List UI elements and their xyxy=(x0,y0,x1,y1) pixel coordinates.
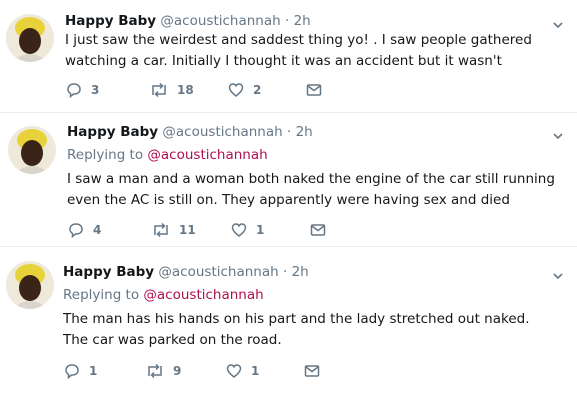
avatar[interactable] xyxy=(6,14,54,62)
direct-message-button[interactable] xyxy=(305,80,323,100)
reply-button[interactable]: 4 xyxy=(67,220,101,240)
reply-icon xyxy=(65,81,83,99)
like-count: 1 xyxy=(251,364,260,378)
avatar[interactable] xyxy=(6,261,54,309)
replying-to-mention[interactable]: @acoustichannah xyxy=(143,287,263,303)
chevron-down-icon[interactable] xyxy=(552,127,564,140)
replying-to-mention[interactable]: @acoustichannah xyxy=(147,147,267,163)
author-handle[interactable]: @acoustichannah xyxy=(160,13,280,29)
direct-message-icon xyxy=(303,362,321,380)
retweet-button[interactable]: 9 xyxy=(145,361,181,381)
reply-icon xyxy=(67,221,85,239)
tweet-3[interactable]: Happy Baby @acoustichannah · 2h Replying… xyxy=(0,247,577,405)
reply-count: 1 xyxy=(89,364,98,378)
timestamp[interactable]: 2h xyxy=(294,13,311,29)
retweet-count: 11 xyxy=(179,223,196,237)
timestamp[interactable]: 2h xyxy=(292,264,309,280)
retweet-count: 9 xyxy=(173,364,182,378)
timestamp[interactable]: 2h xyxy=(296,124,313,140)
tweet-2[interactable]: Happy Baby @acoustichannah · 2h Replying… xyxy=(0,113,577,245)
retweet-count: 18 xyxy=(177,83,194,97)
replying-to-label: Replying to xyxy=(67,147,144,163)
retweet-icon xyxy=(145,362,165,380)
separator-dot: · xyxy=(282,264,288,280)
tweet-text: The man has his hands on his part and th… xyxy=(63,311,530,348)
retweet-button[interactable]: 11 xyxy=(151,220,196,240)
replying-to: Replying to @acoustichannah xyxy=(67,147,268,164)
tweet-actions: 3 18 2 xyxy=(65,80,365,100)
tweet-1[interactable]: Happy Baby @acoustichannah · 2h I just s… xyxy=(0,0,577,112)
author-name[interactable]: Happy Baby xyxy=(63,264,154,280)
replying-to: Replying to @acoustichannah xyxy=(63,287,264,304)
reply-icon xyxy=(63,362,81,380)
tweet-text: I saw a man and a woman both naked the e… xyxy=(67,171,555,208)
direct-message-button[interactable] xyxy=(303,361,321,381)
heart-icon xyxy=(225,362,243,380)
replying-to-label: Replying to xyxy=(63,287,140,303)
like-count: 1 xyxy=(256,223,265,237)
like-button[interactable]: 2 xyxy=(227,80,261,100)
direct-message-icon xyxy=(305,81,323,99)
retweet-button[interactable]: 18 xyxy=(149,80,194,100)
chevron-down-icon[interactable] xyxy=(552,267,564,280)
reply-count: 4 xyxy=(93,223,102,237)
reply-button[interactable]: 3 xyxy=(65,80,99,100)
separator-dot: · xyxy=(286,124,292,140)
heart-icon xyxy=(227,81,245,99)
reply-button[interactable]: 1 xyxy=(63,361,97,381)
like-button[interactable]: 1 xyxy=(225,361,259,381)
like-count: 2 xyxy=(253,83,262,97)
retweet-icon xyxy=(149,81,169,99)
author-handle[interactable]: @acoustichannah xyxy=(162,124,282,140)
direct-message-button[interactable] xyxy=(309,220,327,240)
tweet-text: I just saw the weirdest and saddest thin… xyxy=(65,32,532,69)
avatar[interactable] xyxy=(8,126,56,174)
heart-icon xyxy=(230,221,248,239)
author-name[interactable]: Happy Baby xyxy=(65,13,156,29)
tweet-actions: 4 11 1 xyxy=(67,220,367,240)
author-name[interactable]: Happy Baby xyxy=(67,124,158,140)
direct-message-icon xyxy=(309,221,327,239)
chevron-down-icon[interactable] xyxy=(552,16,564,29)
reply-count: 3 xyxy=(91,83,100,97)
tweet-actions: 1 9 1 xyxy=(63,361,363,381)
retweet-icon xyxy=(151,221,171,239)
like-button[interactable]: 1 xyxy=(230,220,264,240)
author-handle[interactable]: @acoustichannah xyxy=(158,264,278,280)
separator-dot: · xyxy=(284,13,290,29)
